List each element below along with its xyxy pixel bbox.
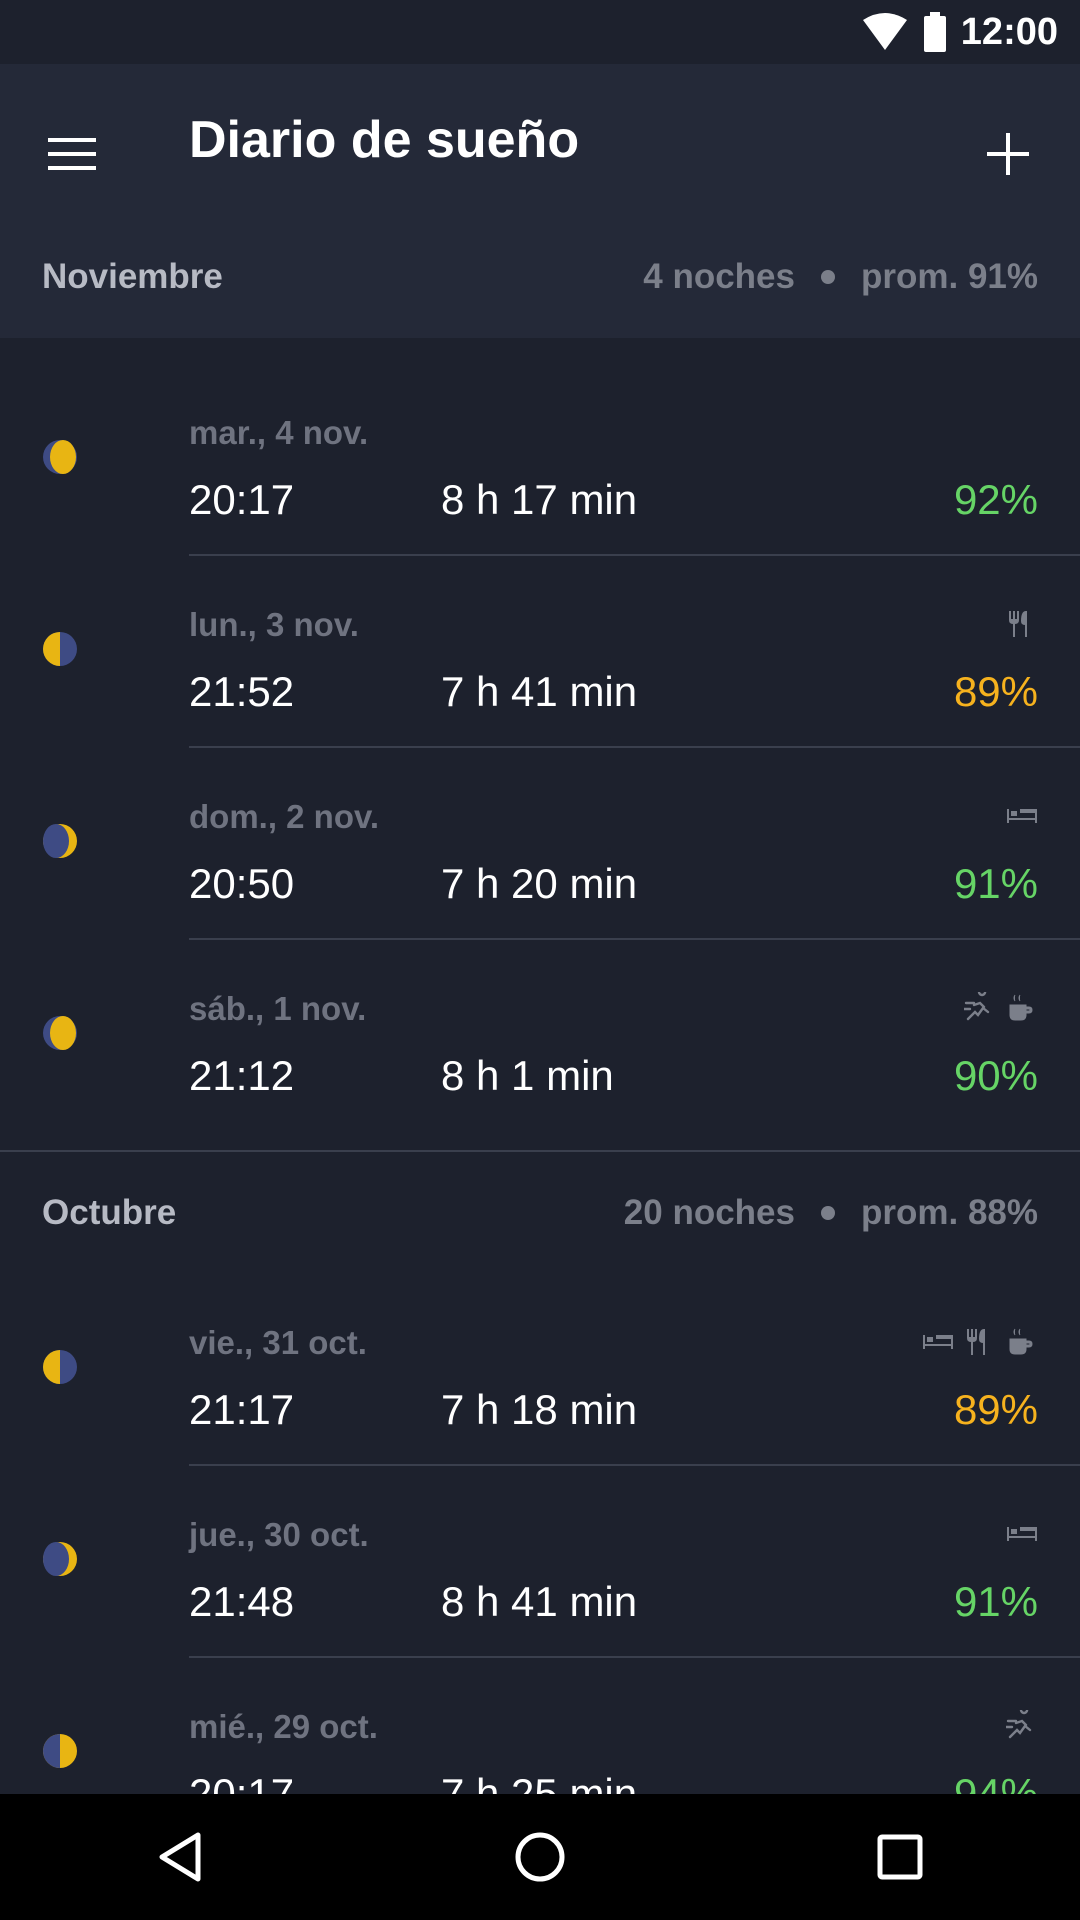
- app-bar: Diario de sueño: [0, 64, 1080, 216]
- recents-button[interactable]: [855, 1812, 945, 1902]
- entry-bedtime: 21:48: [189, 1578, 295, 1625]
- entry-quality-score: 92%: [953, 476, 1038, 523]
- average-score: prom. 91%: [861, 257, 1038, 296]
- home-button[interactable]: [495, 1812, 585, 1902]
- month-header: Octubre 20 noches prom. 88%: [0, 1152, 1080, 1274]
- entry-quality-score: 94%: [953, 1770, 1038, 1794]
- moon-phase-icon: [42, 1349, 78, 1385]
- add-entry-button[interactable]: [966, 112, 1050, 196]
- sleep-entry-row[interactable]: mié., 29 oct. 20:17 7 h 25 min 94%: [0, 1658, 1080, 1794]
- nights-count: 20 noches: [623, 1193, 795, 1232]
- entry-bedtime: 21:12: [189, 1052, 295, 1099]
- battery-icon: [923, 12, 947, 52]
- month-label: Octubre: [42, 1193, 177, 1232]
- menu-button[interactable]: [30, 112, 114, 196]
- coffee-icon: [1009, 1328, 1033, 1355]
- entry-date: dom., 2 nov.: [189, 798, 380, 835]
- moon-phase-icon: [42, 1015, 78, 1051]
- moon-phase-icon: [42, 1541, 78, 1577]
- entry-tags: [1006, 1710, 1038, 1742]
- sleep-entry-row[interactable]: sáb., 1 nov. 21:12 8 h 1 min 90%: [0, 940, 1080, 1132]
- month-summary: 4 noches prom. 91%: [643, 257, 1038, 297]
- entry-date: mié., 29 oct.: [189, 1708, 378, 1745]
- moon-phase-icon: [42, 631, 78, 667]
- food-icon: [1009, 611, 1027, 637]
- back-button[interactable]: [135, 1812, 225, 1902]
- separator-dot: [821, 270, 835, 284]
- entry-duration: 8 h 17 min: [441, 476, 638, 523]
- moon-phase-icon: [42, 1733, 78, 1769]
- entry-bedtime: 20:17: [189, 476, 295, 523]
- entry-bedtime: 21:52: [189, 668, 295, 715]
- entry-date: sáb., 1 nov.: [189, 990, 367, 1027]
- entry-duration: 8 h 41 min: [441, 1578, 638, 1625]
- entry-quality-score: 89%: [953, 1386, 1038, 1433]
- month-header: Noviembre 4 noches prom. 91%: [0, 216, 1080, 338]
- entry-tags: [922, 1326, 1038, 1358]
- food-icon: [967, 1329, 985, 1355]
- home-icon: [515, 1832, 565, 1882]
- separator-dot: [821, 1206, 835, 1220]
- sleep-entry-row[interactable]: vie., 31 oct. 21:17 7 h 18 min 89%: [0, 1274, 1080, 1466]
- sleep-entry-row[interactable]: lun., 3 nov. 21:52 7 h 41 min 89%: [0, 556, 1080, 748]
- entry-duration: 7 h 41 min: [441, 668, 638, 715]
- status-bar: 12:00: [0, 0, 1080, 64]
- entry-quality-score: 90%: [953, 1052, 1038, 1099]
- bed-icon: [923, 1335, 953, 1349]
- entry-date: vie., 31 oct.: [189, 1324, 367, 1361]
- entry-tags: [1006, 1518, 1038, 1550]
- menu-icon: [48, 138, 96, 170]
- status-time: 12:00: [960, 10, 1058, 53]
- entry-date: jue., 30 oct.: [189, 1516, 369, 1553]
- system-nav-bar: [0, 1794, 1080, 1920]
- sleep-entry-row[interactable]: jue., 30 oct. 21:48 8 h 41 min 91%: [0, 1466, 1080, 1658]
- month-label: Noviembre: [42, 257, 223, 296]
- entry-duration: 7 h 18 min: [441, 1386, 638, 1433]
- coffee-icon: [1009, 994, 1033, 1021]
- page-title: Diario de sueño: [189, 111, 580, 169]
- entry-date: lun., 3 nov.: [189, 606, 359, 643]
- sleep-entry-row[interactable]: dom., 2 nov. 20:50 7 h 20 min 91%: [0, 748, 1080, 940]
- moon-phase-icon: [42, 439, 78, 475]
- entry-date: mar., 4 nov.: [189, 414, 369, 451]
- entry-tags: [1006, 800, 1038, 832]
- entry-duration: 7 h 20 min: [441, 860, 638, 907]
- sleep-diary-list[interactable]: Noviembre 4 noches prom. 91% mar., 4 nov. 20…: [0, 216, 1080, 1794]
- moon-phase-icon: [42, 823, 78, 859]
- entry-bedtime: 20:50: [189, 860, 295, 907]
- average-score: prom. 88%: [861, 1193, 1038, 1232]
- bed-icon: [1007, 809, 1037, 823]
- nights-count: 4 noches: [643, 257, 795, 296]
- recents-icon: [877, 1834, 923, 1880]
- entry-bedtime: 20:17: [189, 1770, 295, 1794]
- workout-icon: [964, 992, 990, 1021]
- entry-quality-score: 91%: [953, 1578, 1038, 1625]
- workout-icon: [1006, 1710, 1032, 1739]
- entry-quality-score: 91%: [953, 860, 1038, 907]
- month-summary: 20 noches prom. 88%: [624, 1193, 1038, 1233]
- plus-icon: [987, 133, 1029, 175]
- entry-duration: 8 h 1 min: [441, 1052, 614, 1099]
- entry-quality-score: 89%: [953, 668, 1038, 715]
- sleep-entry-row[interactable]: mar., 4 nov. 20:17 8 h 17 min 92%: [0, 364, 1080, 556]
- entry-tags: [1006, 608, 1038, 640]
- entry-tags: [964, 992, 1038, 1024]
- wifi-icon: [861, 12, 909, 52]
- entry-bedtime: 21:17: [189, 1386, 295, 1433]
- entry-duration: 7 h 25 min: [441, 1770, 638, 1794]
- bed-icon: [1007, 1527, 1037, 1541]
- back-icon: [159, 1832, 201, 1882]
